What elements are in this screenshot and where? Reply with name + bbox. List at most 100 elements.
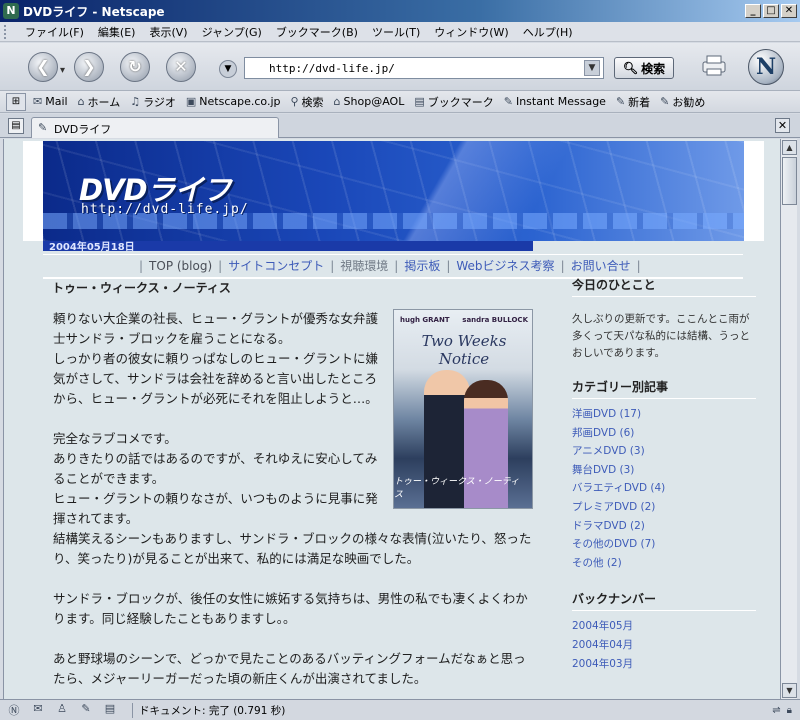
sidebar: 今日のひとこと 久しぶりの更新です。ここんとこ雨が多くって天パな私的には結構、う… — [572, 276, 756, 674]
category-link[interactable]: プレミアDVD (2) — [572, 498, 756, 517]
bookmark-icon: ✎ — [615, 95, 626, 108]
bookmark-recommend[interactable]: ✎ お勧め — [655, 94, 710, 110]
nav-link-contact[interactable]: お問い合せ — [571, 257, 631, 274]
personal-toolbar: ⊞ ✉ Mail ⌂ ホーム ♫ ラジオ ▣ Netscape.co.jp ⚲ 検索 ⌂ S… — [0, 91, 800, 113]
post-paragraph: ありきたりの話ではあるのですが、それゆえに安心してみることができます。 — [53, 451, 378, 486]
netscape-app-icon[interactable]: N — [3, 3, 19, 19]
search-button[interactable]: 🔍︎ 検索 — [614, 57, 674, 79]
nav-link-concept[interactable]: サイトコンセプト — [228, 257, 324, 274]
toolbar-grip[interactable] — [4, 25, 10, 39]
stop-button[interactable]: ✕ — [166, 52, 196, 82]
bookmark-shop[interactable]: ⌂ Shop@AOL — [329, 95, 410, 108]
category-link[interactable]: バラエティDVD (4) — [572, 479, 756, 498]
close-tab-button[interactable]: ✕ — [775, 118, 790, 133]
close-icon: ✕ — [777, 119, 788, 132]
category-link[interactable]: 洋画DVD (17) — [572, 405, 756, 424]
menu-bar: ファイル(F) 編集(E) 表示(V) ジャンプ(G) ブックマーク(B) ツー… — [0, 22, 800, 42]
backnumber-link[interactable]: 2004年04月 — [572, 636, 756, 655]
bookmark-mail[interactable]: ✉ Mail — [28, 95, 73, 108]
mail-icon: ✉ — [33, 95, 43, 108]
backnumber-link[interactable]: 2004年03月 — [572, 655, 756, 674]
category-link[interactable]: 舞台DVD (3) — [572, 461, 756, 480]
menu-edit[interactable]: 編集(E) — [91, 24, 143, 40]
hitokoto-heading: 今日のひとこと — [572, 276, 756, 297]
title-bar: N DVDライフ - Netscape _ □ ✕ — [0, 0, 800, 22]
status-bar: Ⓝ ✉ ♙ ✎ ▤ ドキュメント: 完了 (0.791 秒) ⇌ 🔒︎ — [0, 699, 800, 720]
post-paragraph: 頼りない大企業の社長、ヒュー・グラントが優秀な女弁護士サンドラ・ブロックを雇うこ… — [53, 311, 379, 346]
status-text: ドキュメント: 完了 (0.791 秒) — [132, 702, 772, 718]
menu-file[interactable]: ファイル(F) — [18, 24, 91, 40]
categories-heading: カテゴリー別記事 — [572, 378, 756, 399]
bookmark-netscape[interactable]: ▣ Netscape.co.jp — [181, 95, 286, 108]
tab-list-icon[interactable]: ⊞ — [6, 93, 26, 111]
banner-image[interactable]: DVDライフ http://dvd-life.jp/ — [43, 141, 744, 241]
composer-icon[interactable]: ✎ — [76, 702, 96, 718]
netscape-status-icon[interactable]: Ⓝ — [4, 702, 24, 718]
forward-button[interactable]: ❯ — [74, 52, 104, 82]
new-tab-icon[interactable]: ▤ — [8, 118, 24, 134]
home-icon: ⌂ — [77, 95, 85, 108]
close-window-button[interactable]: ✕ — [781, 4, 797, 18]
back-button[interactable]: ❮ — [28, 52, 65, 85]
bookmark-icon: ✎ — [660, 95, 670, 108]
bookmark-home[interactable]: ⌂ ホーム — [73, 94, 126, 110]
category-link[interactable]: その他 (2) — [572, 554, 756, 573]
post-paragraph: ヒュー・グラントの頼りなさが、いつものように見事に発揮されてます。 — [53, 491, 378, 526]
print-icon[interactable] — [700, 53, 728, 77]
post-paragraph: サンドラ・ブロックが、後任の女性に嫉妬する気持ちは、男性の私でも凄くよくわかりま… — [53, 591, 528, 626]
menu-window[interactable]: ウィンドウ(W) — [427, 24, 515, 40]
category-link[interactable]: ドラマDVD (2) — [572, 517, 756, 536]
aim-icon[interactable]: ♙ — [52, 702, 72, 718]
url-input[interactable] — [245, 61, 584, 75]
menu-go[interactable]: ジャンプ(G) — [195, 24, 269, 40]
menu-view[interactable]: 表示(V) — [142, 24, 194, 40]
menu-bookmarks[interactable]: ブックマーク(B) — [269, 24, 365, 40]
minimize-button[interactable]: _ — [745, 4, 761, 18]
bookmark-instant-message[interactable]: ✎ Instant Message — [499, 95, 611, 108]
shop-icon: ⌂ — [333, 95, 341, 108]
nav-link-top[interactable]: TOP (blog) — [149, 259, 212, 273]
url-bar[interactable]: ▼ — [244, 57, 604, 79]
security-lock-icon[interactable]: 🔒︎ — [787, 705, 792, 716]
url-history-dropdown[interactable]: ▼ — [584, 60, 600, 76]
search-icon: ⚲ — [290, 95, 299, 108]
nav-link-environment[interactable]: 視聴環境 — [340, 257, 388, 274]
category-link[interactable]: その他のDVD (7) — [572, 535, 756, 554]
divider — [43, 254, 743, 255]
backnumber-link[interactable]: 2004年05月 — [572, 617, 756, 636]
bookmark-radio[interactable]: ♫ ラジオ — [125, 94, 181, 110]
folder-icon: ▤ — [414, 95, 425, 108]
menu-help[interactable]: ヘルプ(H) — [516, 24, 580, 40]
post-paragraph: あと野球場のシーンで、どっかで見たことのあるバッティングフォームだなぁと思ったら… — [53, 651, 526, 686]
page-dropdown-button[interactable]: ▼ — [219, 60, 237, 78]
site-url: http://dvd-life.jp/ — [81, 202, 249, 217]
scroll-up-button[interactable]: ▲ — [782, 140, 797, 155]
online-status-icon[interactable]: ⇌ — [772, 705, 780, 716]
bookmark-search[interactable]: ⚲ 検索 — [285, 94, 328, 110]
search-button-label: 検索 — [641, 61, 666, 76]
category-link[interactable]: 邦画DVD (6) — [572, 424, 756, 443]
mail-icon[interactable]: ✉ — [28, 702, 48, 718]
nav-link-bbs[interactable]: 掲示板 — [404, 257, 440, 274]
radio-icon: ♫ — [130, 95, 141, 108]
bookmark-folder[interactable]: ▤ ブックマーク — [409, 94, 498, 110]
reload-icon: ↻ — [128, 57, 142, 76]
post-title[interactable]: トゥー・ウィークス・ノーティス — [52, 279, 231, 296]
scrollbar-thumb[interactable] — [782, 157, 797, 205]
netscape-throbber-icon[interactable]: N — [748, 49, 784, 85]
category-link[interactable]: アニメDVD (3) — [572, 442, 756, 461]
reload-button[interactable]: ↻ — [120, 52, 150, 82]
menu-tools[interactable]: ツール(T) — [365, 24, 427, 40]
tab-dvd-life[interactable]: ✎ DVDライフ — [31, 117, 279, 138]
backnumber-heading: バックナンバー — [572, 590, 756, 612]
address-book-icon[interactable]: ▤ — [100, 702, 120, 718]
bookmark-new[interactable]: ✎ 新着 — [611, 94, 655, 110]
page-content: DVDライフ http://dvd-life.jp/ 2004年05月18日 |… — [3, 139, 780, 699]
post-body: 頼りない大企業の社長、ヒュー・グラントが優秀な女弁護士サンドラ・ブロックを雇うこ… — [53, 309, 537, 689]
scroll-down-button[interactable]: ▼ — [782, 683, 797, 698]
post-date: 2004年05月18日 — [49, 242, 135, 253]
nav-link-web-business[interactable]: Webビジネス考察 — [456, 257, 554, 274]
maximize-button[interactable]: □ — [763, 4, 779, 18]
window-title: DVDライフ - Netscape — [23, 4, 165, 19]
vertical-scrollbar[interactable]: ▲ ▼ — [780, 139, 797, 699]
